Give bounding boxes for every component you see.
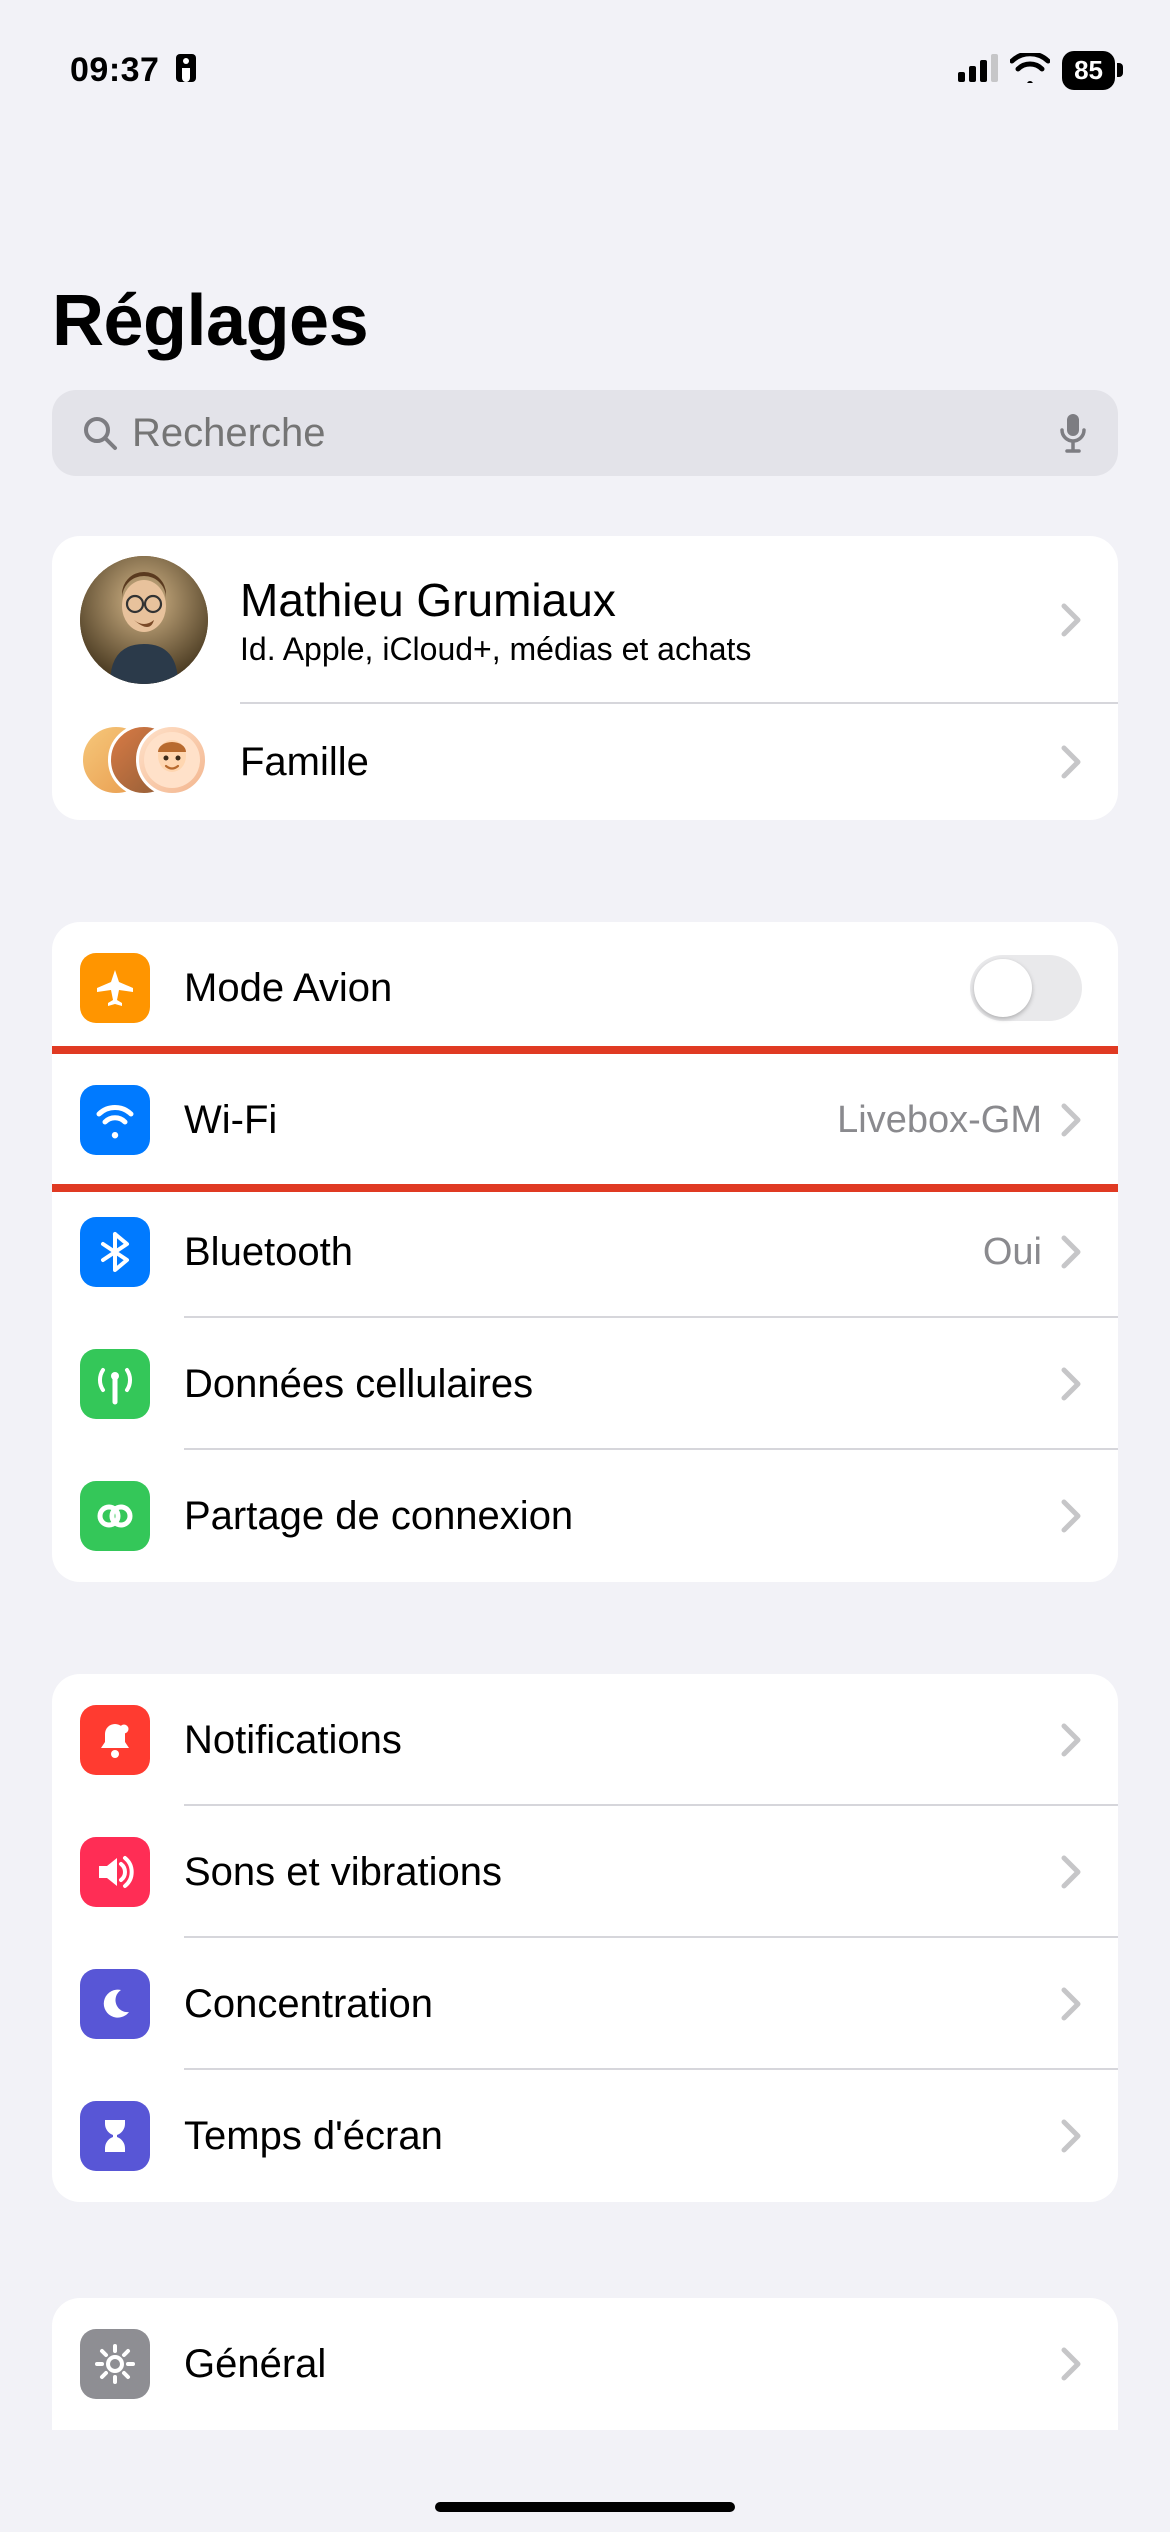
bluetooth-row[interactable]: Bluetooth Oui — [52, 1186, 1118, 1318]
hotspot-icon — [80, 1481, 150, 1551]
chevron-right-icon — [1060, 1498, 1082, 1534]
family-label: Famille — [240, 740, 1060, 785]
attention-group: Notifications Sons et vibrations Concent… — [52, 1674, 1118, 2202]
wifi-icon — [80, 1085, 150, 1155]
battery-percent: 85 — [1074, 55, 1103, 86]
airplane-toggle[interactable] — [970, 955, 1082, 1021]
general-row[interactable]: Général — [52, 2298, 1118, 2430]
chevron-right-icon — [1060, 1102, 1082, 1138]
family-avatars — [80, 724, 208, 800]
status-time: 09:37 — [70, 51, 159, 90]
cellular-icon — [80, 1349, 150, 1419]
general-label: Général — [184, 2342, 1060, 2387]
chevron-right-icon — [1060, 744, 1082, 780]
chevron-right-icon — [1060, 1854, 1082, 1890]
airplane-label: Mode Avion — [184, 966, 970, 1011]
home-indicator[interactable] — [435, 2502, 735, 2512]
notifications-label: Notifications — [184, 1718, 1060, 1763]
focus-label: Concentration — [184, 1982, 1060, 2027]
general-group: Général — [52, 2298, 1118, 2430]
chevron-right-icon — [1060, 1722, 1082, 1758]
profile-subtitle: Id. Apple, iCloud+, médias et achats — [240, 631, 1060, 668]
chevron-right-icon — [1060, 1986, 1082, 2022]
cellular-row[interactable]: Données cellulaires — [52, 1318, 1118, 1450]
connectivity-group: Mode Avion Wi-Fi Livebox-GM Bluetooth Ou… — [52, 922, 1118, 1582]
apple-id-row[interactable]: Mathieu Grumiaux Id. Apple, iCloud+, méd… — [52, 536, 1118, 704]
general-icon — [80, 2329, 150, 2399]
dictation-icon[interactable] — [1058, 412, 1088, 454]
cellular-label: Données cellulaires — [184, 1362, 1060, 1407]
wifi-value: Livebox-GM — [837, 1099, 1042, 1142]
notifications-icon — [80, 1705, 150, 1775]
chevron-right-icon — [1060, 2346, 1082, 2382]
sounds-row[interactable]: Sons et vibrations — [52, 1806, 1118, 1938]
hotspot-row[interactable]: Partage de connexion — [52, 1450, 1118, 1582]
focus-row[interactable]: Concentration — [52, 1938, 1118, 2070]
search-field[interactable] — [52, 390, 1118, 476]
wifi-row[interactable]: Wi-Fi Livebox-GM — [52, 1054, 1118, 1186]
hotspot-label: Partage de connexion — [184, 1494, 1060, 1539]
chevron-right-icon — [1060, 602, 1082, 638]
search-icon — [82, 415, 118, 451]
account-group: Mathieu Grumiaux Id. Apple, iCloud+, méd… — [52, 536, 1118, 820]
bluetooth-icon — [80, 1217, 150, 1287]
chevron-right-icon — [1060, 1234, 1082, 1270]
chevron-right-icon — [1060, 2118, 1082, 2154]
status-bar: 09:37 85 — [0, 0, 1170, 110]
sounds-label: Sons et vibrations — [184, 1850, 1060, 1895]
wifi-icon — [1010, 53, 1050, 88]
search-input[interactable] — [132, 411, 1058, 456]
profile-avatar — [80, 556, 208, 684]
screen-time-icon — [80, 2101, 150, 2171]
rotation-lock-icon — [173, 52, 199, 89]
battery-indicator: 85 — [1062, 51, 1115, 90]
airplane-icon — [80, 953, 150, 1023]
family-row[interactable]: Famille — [52, 704, 1118, 820]
screen-time-label: Temps d'écran — [184, 2114, 1060, 2159]
bluetooth-label: Bluetooth — [184, 1230, 983, 1275]
sounds-icon — [80, 1837, 150, 1907]
cellular-signal-icon — [958, 54, 998, 87]
wifi-label: Wi-Fi — [184, 1098, 837, 1143]
chevron-right-icon — [1060, 1366, 1082, 1402]
bluetooth-value: Oui — [983, 1231, 1042, 1274]
airplane-mode-row[interactable]: Mode Avion — [52, 922, 1118, 1054]
notifications-row[interactable]: Notifications — [52, 1674, 1118, 1806]
profile-name: Mathieu Grumiaux — [240, 573, 1060, 627]
screen-time-row[interactable]: Temps d'écran — [52, 2070, 1118, 2202]
page-title: Réglages — [52, 280, 1118, 362]
focus-icon — [80, 1969, 150, 2039]
